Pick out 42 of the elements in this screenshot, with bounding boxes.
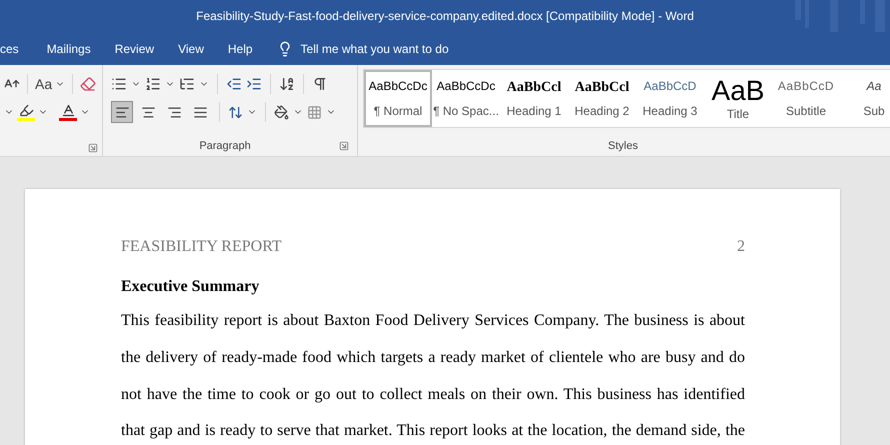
- line-spacing-icon[interactable]: [228, 104, 243, 120]
- style-item[interactable]: AaBbCcl Heading 1: [500, 70, 568, 127]
- page-number: 2: [737, 237, 745, 257]
- align-left-icon: [114, 104, 130, 120]
- borders-icon[interactable]: [307, 104, 322, 120]
- style-item[interactable]: AaBbCcD Heading 3: [636, 70, 704, 127]
- bullets-icon[interactable]: [111, 76, 127, 92]
- ribbon-tab[interactable]: Review: [102, 32, 166, 65]
- style-item[interactable]: AaB Title: [704, 70, 772, 127]
- body-paragraph: This feasibility report is about Baxton Food Delivery Services Company. The business is about the delivery of ready-made food which targets a ready market of clientele who are busy and do not have the time to cook or go out to collect meals on their own. This business has identified that gap and is ready to serve that market. This report looks at the location, the demand side, the: [121, 311, 745, 442]
- dialog-launcher-icon[interactable]: [88, 143, 98, 153]
- style-item[interactable]: AaBbCcD Subtitle: [772, 70, 840, 127]
- increase-indent-icon[interactable]: [246, 76, 262, 92]
- ribbon-tab[interactable]: ces: [0, 32, 35, 65]
- pilcrow-icon[interactable]: [312, 76, 328, 92]
- style-item[interactable]: Aa Sub: [840, 70, 890, 127]
- style-item[interactable]: AaBbCcl Heading 2: [568, 70, 636, 127]
- sort-icon[interactable]: [279, 76, 295, 92]
- shading-icon[interactable]: [274, 104, 289, 120]
- align-right-icon: [166, 104, 182, 120]
- numbering-icon[interactable]: [145, 76, 161, 92]
- section-heading: Executive Summary: [121, 277, 260, 297]
- page-header: FEASIBILITY REPORT: [121, 237, 282, 257]
- change-case-button[interactable]: Aa: [35, 74, 52, 94]
- ribbon-tab[interactable]: View: [166, 32, 216, 65]
- ribbon-tab[interactable]: Mailings: [34, 32, 103, 65]
- ribbon-tab[interactable]: Help: [216, 32, 265, 65]
- style-item[interactable]: AaBbCcDc ¶ Normal: [364, 70, 432, 127]
- align-justify-icon: [192, 104, 208, 120]
- align-center-icon: [140, 104, 156, 120]
- multilevel-list-icon[interactable]: [179, 76, 195, 92]
- decrease-indent-icon[interactable]: [226, 76, 242, 92]
- group-label: Styles: [608, 138, 638, 154]
- eraser-icon[interactable]: [80, 76, 96, 92]
- group-label: Paragraph: [198, 138, 252, 154]
- window-title: Feasibility-Study-Fast-food-delivery-service-company.edited.docx [Compatibility Mode] - Word: [196, 8, 694, 25]
- tell-me-field[interactable]: Tell me what you want to do: [300, 40, 449, 58]
- font-color-icon[interactable]: [59, 103, 77, 121]
- dialog-launcher-icon[interactable]: [339, 140, 349, 151]
- align-left-button[interactable]: [111, 101, 133, 123]
- style-item[interactable]: AaBbCcDc ¶ No Spac...: [432, 70, 500, 127]
- highlighter-icon[interactable]: [17, 103, 35, 121]
